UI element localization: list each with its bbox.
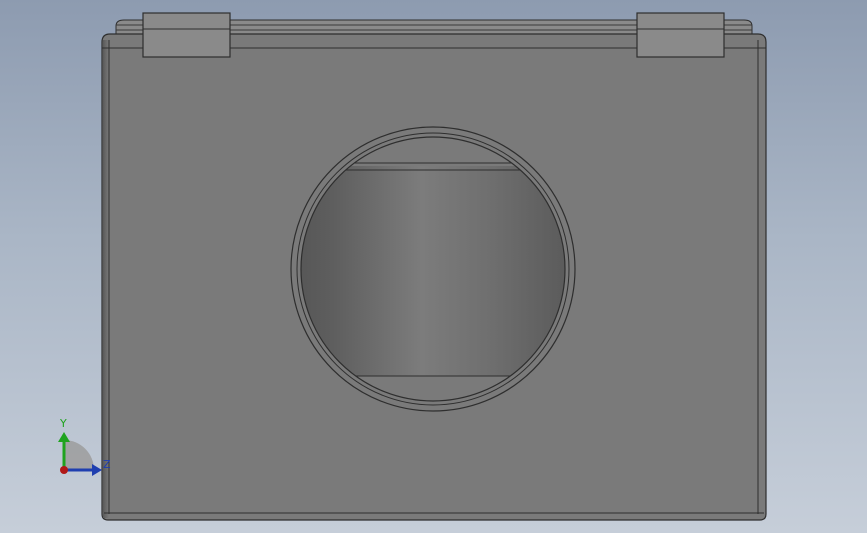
right-hinge bbox=[636, 12, 725, 58]
z-axis-label: Z bbox=[103, 458, 111, 471]
bore-opening bbox=[290, 126, 576, 412]
triad-plane bbox=[64, 440, 94, 470]
triad-origin bbox=[60, 466, 68, 474]
model-view[interactable]: Y Z bbox=[0, 0, 867, 533]
y-arrowhead bbox=[58, 432, 70, 442]
graphics-viewport[interactable]: Y Z bbox=[0, 0, 867, 533]
z-arrowhead bbox=[92, 464, 102, 476]
y-axis-label: Y bbox=[59, 417, 67, 430]
left-hinge bbox=[142, 12, 231, 58]
